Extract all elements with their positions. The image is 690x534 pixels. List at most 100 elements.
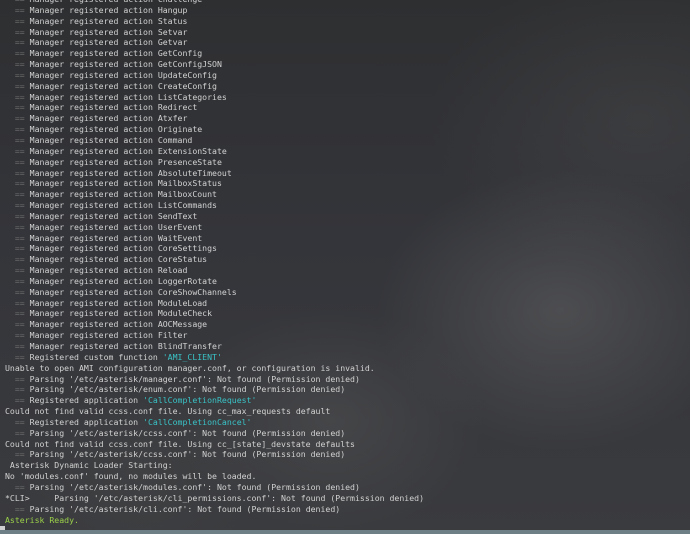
highlighted-name: 'CallCompletionRequest' <box>143 395 257 406</box>
line-prefix: == <box>5 308 30 319</box>
line-text: Registered custom function <box>29 351 163 362</box>
terminal-line: == Manager registered action BlindTransf… <box>5 341 690 352</box>
line-prefix: == <box>5 124 30 135</box>
terminal-line: Unable to open AMI configuration manager… <box>5 363 690 374</box>
line-prefix: == <box>5 481 30 492</box>
line-prefix: == <box>5 232 30 243</box>
line-prefix: == <box>5 341 30 351</box>
terminal-line: == Manager registered action AOCMessage <box>5 319 690 330</box>
terminal-output: == Manager registered action Challenge =… <box>5 0 690 525</box>
line-prefix: == <box>5 200 30 211</box>
terminal-line: == Manager registered action CoreStatus <box>5 254 690 265</box>
line-text: Manager registered action MailboxCount <box>29 189 217 200</box>
terminal-line: == Manager registered action UpdateConfi… <box>5 70 690 81</box>
line-text: Manager registered action PresenceState <box>29 156 222 167</box>
terminal-line: == Manager registered action Originate <box>5 124 690 135</box>
terminal-line: == Manager registered action Reload <box>5 265 690 276</box>
terminal-window[interactable]: == Manager registered action Challenge =… <box>0 0 690 534</box>
line-text: Parsing '/etc/asterisk/ccss.conf': Not f… <box>29 427 346 438</box>
line-text: Manager registered action Status <box>29 15 188 26</box>
line-text: Asterisk Dynamic Loader Starting: <box>5 460 173 471</box>
line-prefix: == <box>5 330 30 341</box>
line-text: Manager registered action ExtensionState <box>29 145 227 156</box>
line-prefix: == <box>5 275 30 286</box>
line-prefix: == <box>5 395 30 406</box>
terminal-status-bar <box>0 530 690 534</box>
line-prefix: == <box>5 4 30 15</box>
line-prefix: == <box>5 210 30 221</box>
terminal-line: == Manager registered action Redirect <box>5 102 690 113</box>
line-text: Parsing '/etc/asterisk/cli_permissions.c… <box>54 492 424 503</box>
terminal-line: == Manager registered action PresenceSta… <box>5 157 690 168</box>
line-prefix: == <box>5 102 30 113</box>
line-prefix: == <box>5 113 30 124</box>
line-text: Manager registered action GetConfigJSON <box>29 59 222 70</box>
line-prefix: == <box>5 0 30 4</box>
line-text: Could not find valid ccss.conf file. Usi… <box>5 438 355 449</box>
line-text: Manager registered action AOCMessage <box>29 319 208 330</box>
ready-message: Asterisk Ready. <box>5 514 79 525</box>
line-text: Manager registered action SendText <box>29 210 198 221</box>
line-prefix: == <box>5 145 30 156</box>
line-text: Manager registered action Redirect <box>29 102 198 113</box>
line-text: Parsing '/etc/asterisk/ccss.conf': Not f… <box>29 449 346 460</box>
line-prefix: == <box>5 37 30 48</box>
line-text: Manager registered action ListCommands <box>29 200 217 211</box>
terminal-line: == Manager registered action ExtensionSt… <box>5 146 690 157</box>
terminal-line: Asterisk Dynamic Loader Starting: <box>5 460 690 471</box>
terminal-line: == Manager registered action LoggerRotat… <box>5 276 690 287</box>
terminal-line: == Manager registered action ListCategor… <box>5 92 690 103</box>
line-prefix: == <box>5 416 30 427</box>
cli-prompt: *CLI> <box>5 492 55 503</box>
line-prefix: == <box>5 221 30 232</box>
terminal-line: == Parsing '/etc/asterisk/manager.conf':… <box>5 374 690 385</box>
line-text: Parsing '/etc/asterisk/modules.conf': No… <box>29 481 360 492</box>
line-prefix: == <box>5 156 30 167</box>
terminal-line: == Manager registered action Filter <box>5 330 690 341</box>
terminal-line: == Manager registered action CoreShowCha… <box>5 287 690 298</box>
line-text: Parsing '/etc/asterisk/enum.conf': Not f… <box>29 384 346 395</box>
line-text: Could not find valid ccss.conf file. Usi… <box>5 406 331 417</box>
line-prefix: == <box>5 134 30 145</box>
line-text: Manager registered action MailboxStatus <box>29 178 222 189</box>
line-text: Manager registered action Hangup <box>29 4 188 15</box>
line-prefix: == <box>5 373 30 384</box>
terminal-line: == Manager registered action ListCommand… <box>5 200 690 211</box>
terminal-line: == Registered application 'CallCompletio… <box>5 395 690 406</box>
line-prefix: == <box>5 427 30 438</box>
line-prefix: == <box>5 384 30 395</box>
line-prefix: == <box>5 503 30 514</box>
terminal-line: == Parsing '/etc/asterisk/ccss.conf': No… <box>5 449 690 460</box>
line-prefix: == <box>5 254 30 265</box>
line-prefix: == <box>5 449 30 460</box>
line-prefix: == <box>5 91 30 102</box>
line-text: Manager registered action ModuleLoad <box>29 297 208 308</box>
line-text: Manager registered action CoreShowChanne… <box>29 286 237 297</box>
terminal-line: == Manager registered action Atxfer <box>5 113 690 124</box>
highlighted-name: 'CallCompletionCancel' <box>143 416 252 427</box>
line-prefix: == <box>5 189 30 200</box>
line-text: Manager registered action Reload <box>29 265 188 276</box>
line-prefix: == <box>5 69 30 80</box>
terminal-line: == Manager registered action CreateConfi… <box>5 81 690 92</box>
terminal-line: == Manager registered action Status <box>5 16 690 27</box>
terminal-line: Asterisk Ready. <box>5 515 690 526</box>
terminal-line: *CLI> Parsing '/etc/asterisk/cli_permiss… <box>5 493 690 504</box>
line-text: Manager registered action UpdateConfig <box>29 69 217 80</box>
line-prefix: == <box>5 80 30 91</box>
line-text: Unable to open AMI configuration manager… <box>5 362 375 373</box>
terminal-line: == Manager registered action AbsoluteTim… <box>5 168 690 179</box>
terminal-line: == Manager registered action MailboxStat… <box>5 178 690 189</box>
line-prefix: == <box>5 48 30 59</box>
line-text: Manager registered action WaitEvent <box>29 232 203 243</box>
line-text: Manager registered action UserEvent <box>29 221 203 232</box>
line-text: Manager registered action CoreSettings <box>29 243 217 254</box>
terminal-line: == Manager registered action Setvar <box>5 27 690 38</box>
line-text: Manager registered action Atxfer <box>29 113 188 124</box>
line-text: Manager registered action BlindTransfer <box>29 341 222 351</box>
line-text: Manager registered action LoggerRotate <box>29 275 217 286</box>
terminal-line: == Manager registered action ModuleLoad <box>5 298 690 309</box>
line-prefix: == <box>5 167 30 178</box>
terminal-line: == Parsing '/etc/asterisk/enum.conf': No… <box>5 384 690 395</box>
terminal-line: == Manager registered action WaitEvent <box>5 233 690 244</box>
